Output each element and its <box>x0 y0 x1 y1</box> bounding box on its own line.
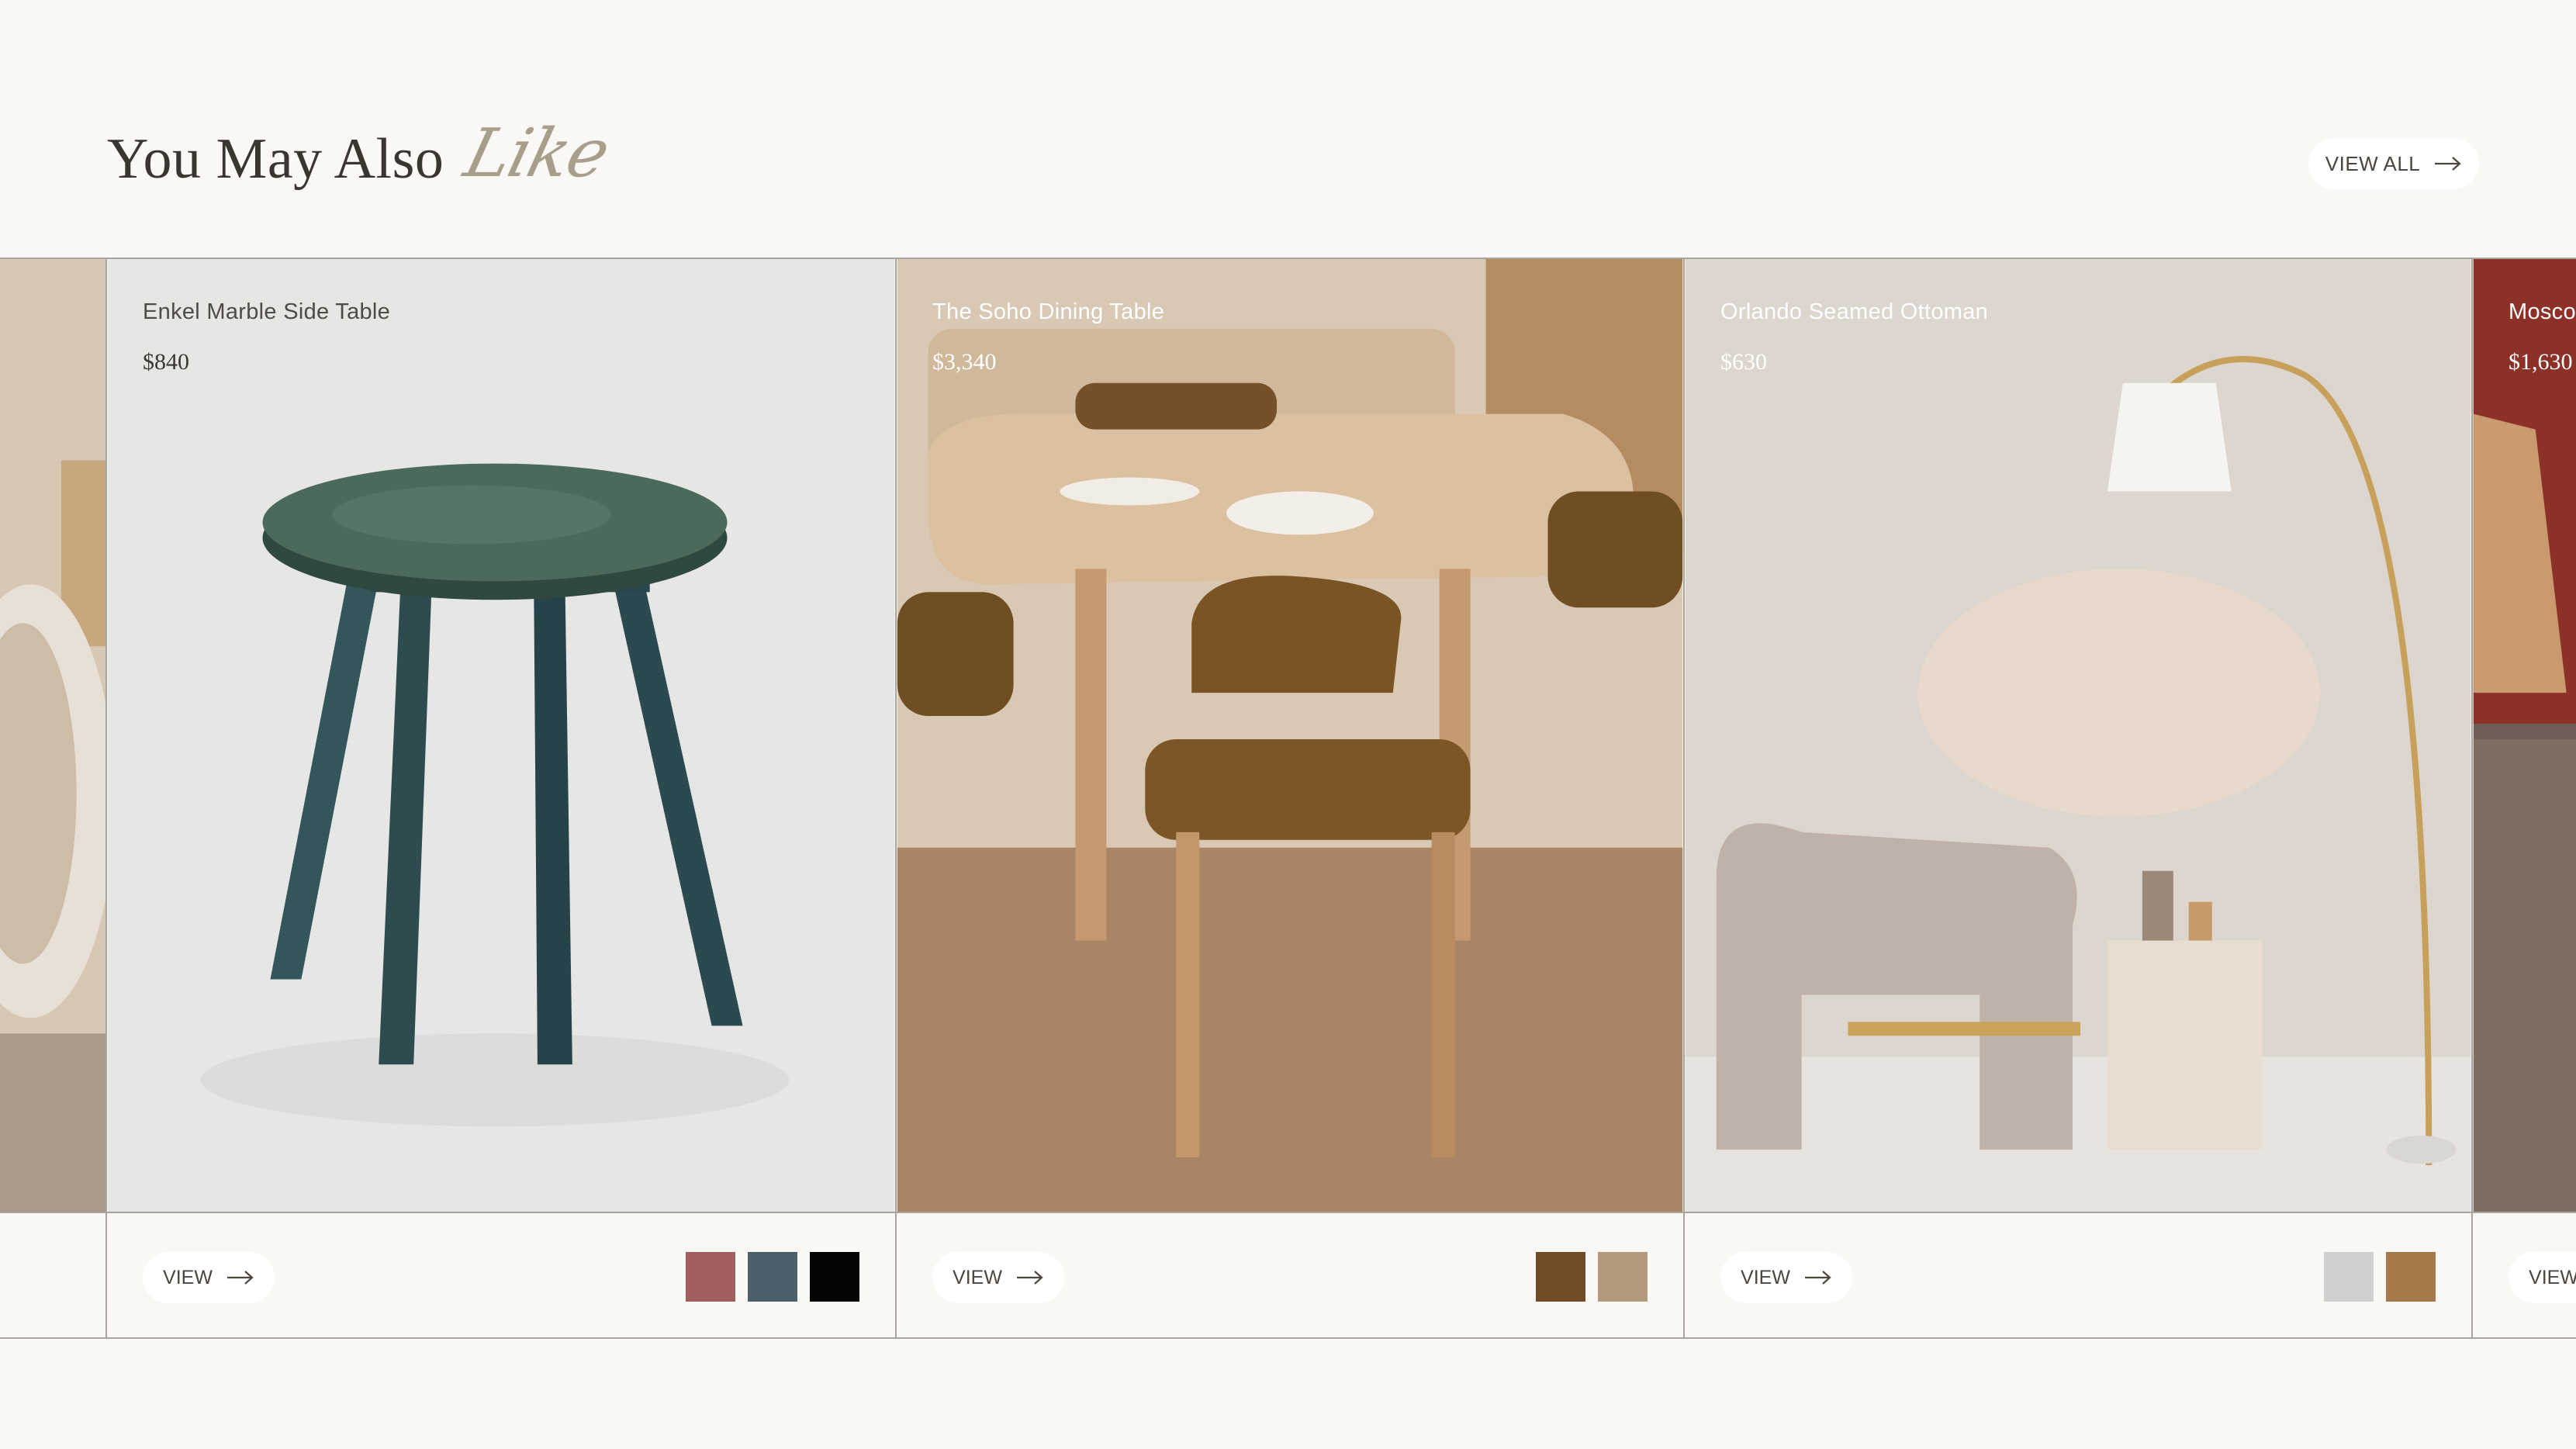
product-card-footer: VIEW <box>2473 1213 2576 1337</box>
product-name[interactable]: Enkel Marble Side Table <box>143 299 390 325</box>
product-name[interactable]: Moscow <box>2509 299 2576 325</box>
view-label: VIEW <box>953 1266 1002 1288</box>
arrow-right-icon <box>1016 1271 1043 1285</box>
section-heading: You May Also Like <box>107 115 616 192</box>
product-card-partial-left[interactable] <box>0 259 105 1337</box>
product-card[interactable]: The Soho Dining Table $3,340 VIEW <box>895 259 1683 1337</box>
product-image[interactable]: The Soho Dining Table $3,340 <box>897 259 1683 1213</box>
product-price: $1,630 <box>2509 349 2573 375</box>
arrow-right-icon <box>1804 1271 1831 1285</box>
view-all-button[interactable]: VIEW ALL <box>2308 138 2479 189</box>
color-swatch[interactable] <box>1598 1252 1648 1302</box>
product-card[interactable]: Orlando Seamed Ottoman $630 VIEW <box>1683 259 2471 1337</box>
product-image[interactable] <box>0 259 105 1213</box>
product-card-footer: VIEW <box>1685 1213 2471 1337</box>
product-card[interactable]: Enkel Marble Side Table $840 VIEW <box>105 259 895 1337</box>
color-swatch[interactable] <box>1536 1252 1585 1302</box>
product-image[interactable]: Enkel Marble Side Table $840 <box>107 259 895 1213</box>
product-carousel[interactable]: Enkel Marble Side Table $840 VIEW The So… <box>0 258 2576 1339</box>
product-price: $630 <box>1720 349 1767 375</box>
view-product-button[interactable]: VIEW <box>932 1252 1064 1303</box>
product-photo <box>0 259 105 1212</box>
product-name[interactable]: The Soho Dining Table <box>932 299 1164 325</box>
view-label: VIEW <box>1741 1266 1790 1288</box>
color-swatches <box>1536 1252 1648 1302</box>
product-card-partial-right[interactable]: Moscow $1,630 VIEW <box>2471 259 2576 1337</box>
view-product-button[interactable]: VIEW <box>1720 1252 1852 1303</box>
color-swatches <box>686 1252 859 1302</box>
side-table-photo <box>107 259 895 1212</box>
page: You May Also Like VIEW ALL Enkel Marble … <box>0 0 2576 1449</box>
view-label: VIEW <box>2529 1266 2576 1288</box>
color-swatches <box>2324 1252 2436 1302</box>
arrow-right-icon <box>226 1271 254 1285</box>
view-product-button[interactable]: VIEW <box>143 1252 275 1303</box>
armchair-photo <box>2473 259 2576 1212</box>
product-card-footer: VIEW <box>107 1213 895 1337</box>
color-swatch[interactable] <box>2386 1252 2436 1302</box>
product-image[interactable]: Moscow $1,630 <box>2473 259 2576 1213</box>
product-name[interactable]: Orlando Seamed Ottoman <box>1720 299 1988 325</box>
view-label: VIEW <box>163 1266 213 1288</box>
product-card-footer: VIEW <box>897 1213 1683 1337</box>
section-title: You May Also <box>107 126 444 191</box>
arrow-right-icon <box>2435 157 2461 171</box>
product-image[interactable]: Orlando Seamed Ottoman $630 <box>1685 259 2471 1213</box>
view-product-button[interactable]: VIEW <box>2509 1252 2576 1303</box>
color-swatch[interactable] <box>748 1252 797 1302</box>
ottoman-photo <box>1685 259 2471 1212</box>
color-swatch[interactable] <box>2324 1252 2374 1302</box>
view-all-label: VIEW ALL <box>2325 151 2421 175</box>
product-price: $3,340 <box>932 349 997 375</box>
dining-table-photo <box>897 259 1683 1212</box>
color-swatch[interactable] <box>810 1252 859 1302</box>
product-card-footer <box>0 1213 105 1337</box>
product-price: $840 <box>143 349 189 375</box>
color-swatch[interactable] <box>686 1252 735 1302</box>
section-title-script: Like <box>457 115 617 192</box>
